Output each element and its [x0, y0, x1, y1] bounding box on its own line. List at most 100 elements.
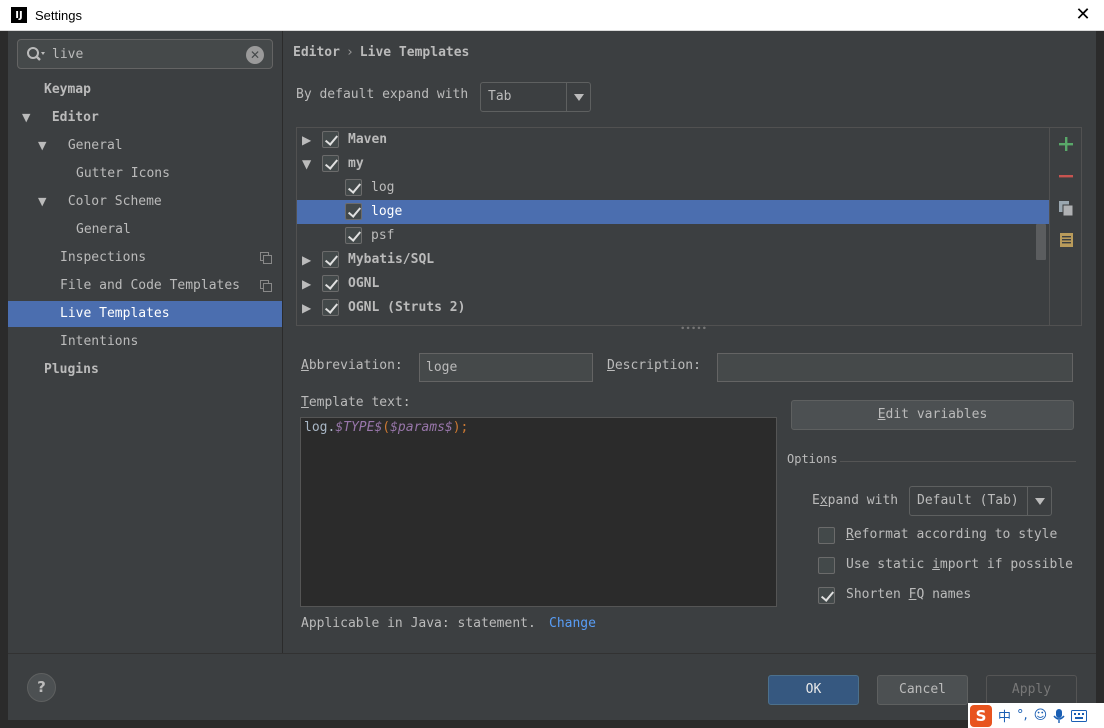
- sidebar-item-live-templates[interactable]: Live Templates: [8, 301, 282, 327]
- change-context-link[interactable]: Change: [549, 616, 596, 631]
- code-token: );: [452, 420, 469, 435]
- template-label: OGNL (Struts 2): [348, 300, 466, 315]
- sidebar-item-gutter-icons[interactable]: Gutter Icons: [8, 161, 282, 187]
- sogou-logo-icon[interactable]: S: [970, 704, 992, 727]
- sidebar-item-label: General: [67, 138, 123, 153]
- sidebar-item-editor[interactable]: ▼ Editor: [8, 105, 282, 131]
- ime-language-indicator[interactable]: 中: [998, 706, 1011, 725]
- keyboard-icon[interactable]: [1071, 709, 1088, 722]
- sidebar-item-plugins[interactable]: Plugins: [8, 357, 282, 383]
- applicable-context-text: Applicable in Java: statement.: [301, 616, 536, 631]
- shorten-fq-label: Shorten FQ names: [846, 587, 971, 602]
- sidebar-item-intentions[interactable]: Intentions: [8, 329, 282, 355]
- help-button[interactable]: ?: [27, 673, 56, 702]
- template-group-icon[interactable]: [1056, 230, 1076, 250]
- sidebar-item-label: Color Scheme: [67, 194, 162, 209]
- template-checkbox[interactable]: [345, 203, 362, 220]
- template-checkbox[interactable]: [322, 275, 339, 292]
- reformat-mnemonic: R: [846, 527, 854, 542]
- template-checkbox[interactable]: [345, 179, 362, 196]
- chevron-right-icon[interactable]: ▶: [302, 128, 311, 152]
- template-group-mybatis-sql[interactable]: ▶ Mybatis/SQL: [297, 248, 1049, 272]
- template-label: log: [371, 180, 395, 195]
- default-expand-combo[interactable]: Tab: [480, 82, 591, 112]
- expand-with-label: Expand with: [812, 493, 898, 508]
- chevron-down-icon[interactable]: [566, 83, 590, 111]
- title-bar: IJ Settings ✕: [0, 0, 1104, 31]
- static-import-mnemonic: i: [932, 557, 940, 572]
- chevron-down-icon[interactable]: ▼: [22, 105, 34, 131]
- chevron-right-icon[interactable]: ▶: [302, 248, 311, 272]
- abbreviation-field[interactable]: [419, 353, 593, 382]
- chevron-down-icon[interactable]: [1027, 487, 1051, 515]
- template-checkbox[interactable]: [322, 131, 339, 148]
- sidebar-item-color-scheme[interactable]: ▼ Color Scheme: [8, 189, 282, 215]
- edit-variables-button[interactable]: Edit variables: [791, 400, 1074, 430]
- template-checkbox[interactable]: [322, 155, 339, 172]
- shorten-fq-checkbox[interactable]: [818, 587, 835, 604]
- template-group-maven[interactable]: ▶ Maven: [297, 128, 1049, 152]
- template-label: OGNL: [348, 276, 380, 291]
- sidebar-item-inspections[interactable]: Inspections: [8, 245, 282, 271]
- chevron-down-icon[interactable]: ▼: [302, 152, 311, 176]
- template-text-editor[interactable]: log.$TYPE$($params$);: [300, 417, 777, 607]
- sidebar-item-label: Intentions: [60, 334, 139, 349]
- code-token: log.: [304, 420, 336, 435]
- chevron-right-icon[interactable]: ▶: [302, 296, 311, 320]
- search-box[interactable]: ✕: [17, 39, 273, 69]
- remove-icon[interactable]: [1056, 166, 1076, 186]
- window-edge-left: [0, 31, 8, 728]
- sidebar-item-general[interactable]: ▼ General: [8, 133, 282, 159]
- static-import-label-start: Use static: [846, 557, 933, 572]
- expand-with-combo[interactable]: Default (Tab): [909, 486, 1052, 516]
- template-group-ognl[interactable]: ▶ OGNL: [297, 272, 1049, 296]
- add-icon[interactable]: [1056, 134, 1076, 154]
- sidebar-item-keymap[interactable]: Keymap: [8, 77, 282, 103]
- search-icon[interactable]: [26, 46, 46, 64]
- template-label: my: [348, 156, 364, 171]
- ok-button[interactable]: OK: [768, 675, 859, 705]
- microphone-icon[interactable]: [1053, 708, 1065, 724]
- reformat-label-text: eformat according to style: [853, 527, 1058, 542]
- description-field[interactable]: [717, 353, 1073, 382]
- template-checkbox[interactable]: [345, 227, 362, 244]
- chevron-down-icon[interactable]: ▼: [38, 189, 50, 215]
- apply-button[interactable]: Apply: [986, 675, 1077, 705]
- options-title: Options: [787, 452, 838, 466]
- expand-with-label-start: E: [812, 493, 820, 508]
- resize-grip-icon[interactable]: ∙∙∙∙∙: [680, 325, 707, 334]
- template-checkbox[interactable]: [322, 299, 339, 316]
- chevron-down-icon[interactable]: ▼: [38, 133, 50, 159]
- sidebar-item-color-general[interactable]: General: [8, 217, 282, 243]
- ime-punctuation-indicator[interactable]: °,: [1017, 708, 1028, 723]
- template-group-ognl-struts[interactable]: ▶ OGNL (Struts 2): [297, 296, 1049, 320]
- clear-search-icon[interactable]: ✕: [246, 46, 264, 64]
- copy-icon[interactable]: [1056, 198, 1076, 218]
- static-import-label-rest: mport if possible: [939, 557, 1073, 572]
- project-scope-icon: [260, 252, 272, 264]
- description-mnemonic: D: [607, 358, 615, 373]
- static-import-checkbox[interactable]: [818, 557, 835, 574]
- static-import-label: Use static import if possible: [846, 557, 1073, 572]
- sidebar-item-file-code-templates[interactable]: File and Code Templates: [8, 273, 282, 299]
- cancel-button[interactable]: Cancel: [877, 675, 968, 705]
- chevron-right-icon[interactable]: ▶: [302, 272, 311, 296]
- search-input[interactable]: [52, 44, 242, 64]
- abbreviation-mnemonic: A: [301, 358, 309, 373]
- template-item-psf[interactable]: psf: [297, 224, 1049, 248]
- expand-with-label-rest: pand with: [827, 493, 899, 508]
- window-edge-bottom: [0, 720, 1104, 728]
- sidebar-item-label: File and Code Templates: [60, 278, 241, 293]
- template-item-log[interactable]: log: [297, 176, 1049, 200]
- sidebar-item-label: Plugins: [44, 362, 99, 377]
- sidebar-item-label: Gutter Icons: [76, 166, 170, 181]
- template-label: Mybatis/SQL: [348, 252, 435, 267]
- emoji-icon[interactable]: ☺: [1034, 708, 1048, 723]
- template-item-loge[interactable]: loge: [297, 200, 1049, 224]
- template-group-my[interactable]: ▼ my: [297, 152, 1049, 176]
- templates-scrollbar[interactable]: [1036, 224, 1046, 260]
- close-icon[interactable]: ✕: [1072, 4, 1094, 26]
- reformat-checkbox[interactable]: [818, 527, 835, 544]
- default-expand-value: Tab: [488, 89, 512, 104]
- template-checkbox[interactable]: [322, 251, 339, 268]
